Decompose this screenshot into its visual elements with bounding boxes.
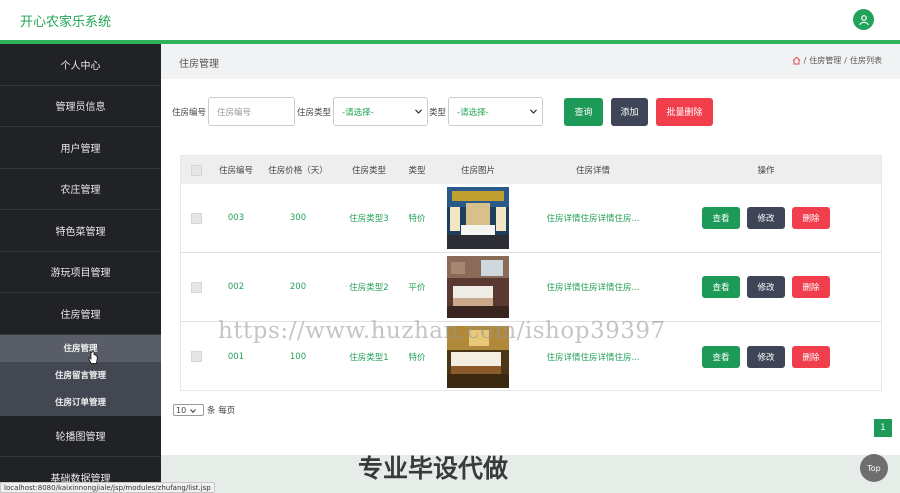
cell-detail: 住房详情住房详情住房... (546, 352, 640, 363)
query-button[interactable]: 查询 (564, 97, 604, 126)
cell-detail: 住房详情住房详情住房... (546, 283, 640, 293)
breadcrumb-item-list: 住房列表 (850, 56, 882, 65)
footer-strip (161, 455, 900, 493)
id-filter-label: 住房编号 (172, 107, 207, 118)
cell-price: 200 (289, 282, 307, 292)
batch-delete-button[interactable]: 批量删除 (656, 97, 714, 126)
view-button[interactable]: 查看 (702, 207, 740, 229)
cell-kind: 特价 (408, 214, 426, 224)
edit-button[interactable]: 修改 (747, 345, 785, 368)
type-select[interactable]: -请选择- (333, 97, 429, 126)
cell-kind: 特价 (408, 352, 426, 363)
content-header: 住房管理 / 住房管理 / 住房列表 (161, 44, 900, 79)
edit-button[interactable]: 修改 (747, 276, 785, 298)
cell-id: 003 (227, 213, 245, 223)
delete-button[interactable]: 删除 (792, 276, 830, 298)
column-header-price: 住房价格（天） (268, 166, 328, 176)
breadcrumb-separator: / (803, 56, 807, 65)
housing-table: 住房编号 住房价格（天） 住房类型 类型 住房图片 住房详情 操作 003 30… (180, 155, 882, 391)
sidebar-item-users[interactable]: 用户管理 (0, 127, 161, 169)
column-header-id: 住房编号 (218, 166, 253, 176)
delete-button[interactable]: 删除 (792, 207, 830, 229)
kind-filter-label: 类型 (429, 107, 447, 118)
hand-cursor-icon (88, 351, 98, 365)
home-icon[interactable] (792, 56, 801, 65)
view-button[interactable]: 查看 (702, 345, 740, 368)
id-search-input[interactable]: 住房编号 (208, 97, 296, 126)
sidebar-subitem-housing-orders[interactable]: 住房订单管理 (0, 388, 161, 416)
sidebar-item-dishes[interactable]: 特色菜管理 (0, 210, 161, 252)
row-actions: 查看 修改 删除 (661, 207, 871, 229)
watermark-text: https://www.huzhan.com/ishop39397 (218, 318, 666, 344)
sidebar-subitem-housing-manage[interactable]: 住房管理 (0, 334, 161, 362)
chevron-down-icon (530, 107, 537, 117)
type-filter-label: 住房类型 (297, 107, 332, 118)
back-to-top-button[interactable]: Top (860, 454, 888, 482)
column-header-kind: 类型 (408, 166, 426, 176)
page-size-suffix: 条 每页 (207, 406, 236, 416)
cell-price: 100 (289, 351, 307, 362)
row-checkbox[interactable] (181, 212, 211, 224)
sidebar-item-farms[interactable]: 农庄管理 (0, 169, 161, 210)
cell-kind: 平价 (408, 283, 426, 293)
breadcrumb: / 住房管理 / 住房列表 (792, 55, 882, 66)
breadcrumb-separator: / (844, 56, 847, 65)
cell-type: 住房类型3 (349, 214, 389, 224)
sidebar-item-activities[interactable]: 游玩项目管理 (0, 252, 161, 293)
chevron-down-icon (190, 406, 197, 415)
sidebar-item-carousel[interactable]: 轮播图管理 (0, 416, 161, 457)
page-size-select[interactable]: 10 (173, 404, 204, 416)
row-actions: 查看 修改 删除 (661, 345, 871, 368)
table-row: 002 200 住房类型2 平价 住房详情住房详情住房... 查看 修改 删除 (181, 253, 881, 322)
cell-price: 300 (289, 213, 307, 223)
page-title: 住房管理 (179, 59, 219, 70)
top-bar: 开心农家乐系统 (0, 0, 900, 40)
table-header: 住房编号 住房价格（天） 住房类型 类型 住房图片 住房详情 操作 (181, 156, 881, 184)
kind-select[interactable]: -请选择- (448, 97, 544, 126)
edit-button[interactable]: 修改 (747, 207, 785, 229)
promo-text: 专业毕设代做 (358, 454, 509, 483)
column-header-type: 住房类型 (351, 166, 386, 176)
cell-id: 001 (227, 351, 245, 362)
cell-type: 住房类型2 (349, 283, 389, 293)
cell-id: 002 (227, 282, 245, 292)
app-title: 开心农家乐系统 (20, 15, 112, 30)
cell-type: 住房类型1 (349, 352, 389, 363)
chevron-down-icon (415, 107, 422, 117)
room-photo (431, 187, 525, 249)
sidebar: 个人中心 管理员信息 用户管理 农庄管理 特色菜管理 游玩项目管理 住房管理 住… (0, 44, 161, 493)
row-checkbox[interactable] (181, 281, 211, 293)
sidebar-item-admin-info[interactable]: 管理员信息 (0, 86, 161, 127)
room-photo (431, 256, 525, 318)
column-header-detail: 住房详情 (575, 166, 610, 176)
status-bar-url: localhost:8080/kaixinnongjiale/jsp/modul… (0, 482, 215, 493)
sidebar-item-personal-center[interactable]: 个人中心 (0, 44, 161, 86)
page-number-button[interactable]: 1 (874, 419, 892, 437)
breadcrumb-item-housing[interactable]: 住房管理 (809, 55, 841, 66)
column-header-actions: 操作 (757, 166, 775, 176)
row-actions: 查看 修改 删除 (661, 276, 871, 298)
select-all-checkbox[interactable] (181, 164, 211, 176)
view-button[interactable]: 查看 (702, 276, 740, 298)
delete-button[interactable]: 删除 (792, 345, 830, 368)
row-checkbox[interactable] (181, 351, 211, 362)
cell-detail: 住房详情住房详情住房... (546, 214, 640, 224)
add-button[interactable]: 添加 (611, 97, 649, 126)
search-bar: 住房编号 住房编号 住房类型 -请选择- 类型 -请选择- 查询 添加 批量删除 (172, 97, 714, 126)
table-row: 003 300 住房类型3 特价 住房详情住房详情住房... 查看 修改 删除 (181, 184, 881, 253)
page-size-control: 10 条 每页 (173, 404, 235, 416)
user-avatar-icon[interactable] (853, 9, 874, 30)
sidebar-item-housing[interactable]: 住房管理 (0, 293, 161, 335)
column-header-image: 住房图片 (460, 166, 495, 176)
sidebar-subitem-housing-messages[interactable]: 住房留言管理 (0, 361, 161, 389)
